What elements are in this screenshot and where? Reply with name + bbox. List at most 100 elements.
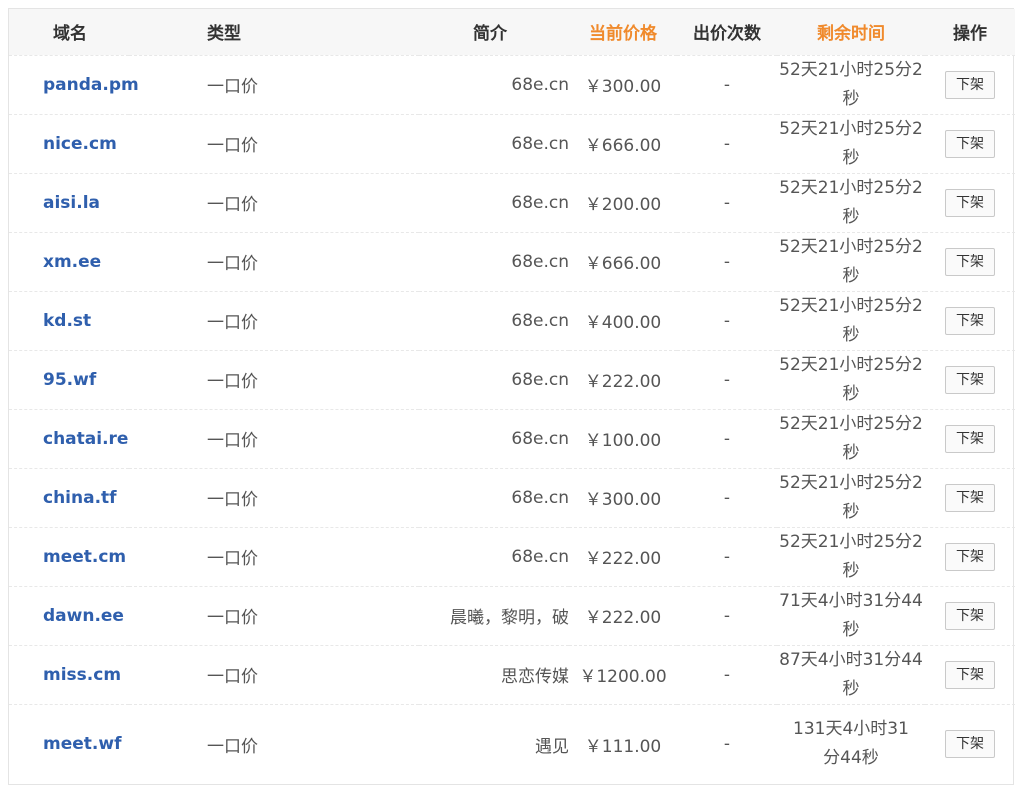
intro-cell: 68e.cn (511, 251, 569, 272)
remaining-time-cell: 52天21小时25分2秒 (779, 59, 923, 109)
intro-cell: 68e.cn (511, 369, 569, 390)
table-row: panda.pm 一口价 68e.cn ￥300.00 - 52天21小时25分… (9, 55, 1015, 114)
domain-listing-table-container: 域名 类型 简介 当前价格 出价次数 剩余时间 操作 panda.pm 一口价 … (8, 8, 1015, 785)
header-type: 类型 (207, 24, 241, 45)
delist-button[interactable]: 下架 (945, 365, 995, 394)
delist-button[interactable]: 下架 (945, 188, 995, 217)
intro-cell: 68e.cn (511, 133, 569, 154)
table-row: aisi.la 一口价 68e.cn ￥200.00 - 52天21小时25分2… (9, 173, 1015, 232)
remaining-time-cell: 52天21小时25分2秒 (779, 413, 923, 463)
intro-cell: 68e.cn (511, 546, 569, 567)
delist-button[interactable]: 下架 (945, 730, 995, 759)
domain-link[interactable]: meet.cm (43, 547, 126, 567)
price-cell: ￥222.00 (584, 608, 662, 628)
bids-cell: - (723, 251, 731, 272)
domain-listing-table: 域名 类型 简介 当前价格 出价次数 剩余时间 操作 panda.pm 一口价 … (9, 9, 1015, 784)
price-cell: ￥400.00 (584, 313, 662, 333)
domain-link[interactable]: meet.wf (43, 734, 121, 754)
bids-cell: - (723, 664, 731, 685)
table-row: nice.cm 一口价 68e.cn ￥666.00 - 52天21小时25分2… (9, 114, 1015, 173)
remaining-time-cell: 52天21小时25分2秒 (779, 354, 923, 404)
bids-cell: - (723, 369, 731, 390)
table-row: meet.cm 一口价 68e.cn ￥222.00 - 52天21小时25分2… (9, 527, 1015, 586)
table-row: miss.cm 一口价 思恋传媒 ￥1200.00 - 87天4小时31分44秒… (9, 645, 1015, 704)
domain-link[interactable]: dawn.ee (43, 606, 124, 626)
remaining-time-cell: 52天21小时25分2秒 (779, 177, 923, 227)
delist-button[interactable]: 下架 (945, 70, 995, 99)
price-cell: ￥100.00 (584, 431, 662, 451)
header-domain: 域名 (53, 24, 87, 45)
table-row: kd.st 一口价 68e.cn ￥400.00 - 52天21小时25分2秒 … (9, 291, 1015, 350)
intro-cell: 遇见 (535, 736, 569, 757)
price-cell: ￥300.00 (584, 77, 662, 97)
type-cell: 一口价 (207, 667, 258, 687)
remaining-time-cell: 52天21小时25分2秒 (779, 472, 923, 522)
bids-cell: - (723, 133, 731, 154)
intro-cell: 68e.cn (511, 192, 569, 213)
header-remain: 剩余时间 (817, 24, 885, 45)
delist-button[interactable]: 下架 (945, 247, 995, 276)
header-bids: 出价次数 (693, 24, 761, 45)
bids-cell: - (723, 428, 731, 449)
price-cell: ￥666.00 (584, 136, 662, 156)
price-cell: ￥222.00 (584, 549, 662, 569)
table-row: meet.wf 一口价 遇见 ￥111.00 - 131天4小时31分44秒 下… (9, 704, 1015, 784)
domain-link[interactable]: aisi.la (43, 193, 100, 213)
domain-link[interactable]: kd.st (43, 311, 91, 331)
price-cell: ￥1200.00 (579, 667, 667, 687)
type-cell: 一口价 (207, 136, 258, 156)
remaining-time-cell: 71天4小时31分44秒 (779, 590, 923, 640)
delist-button[interactable]: 下架 (945, 424, 995, 453)
type-cell: 一口价 (207, 736, 258, 757)
table-row: dawn.ee 一口价 晨曦，黎明，破 ￥222.00 - 71天4小时31分4… (9, 586, 1015, 645)
intro-cell: 68e.cn (511, 74, 569, 95)
type-cell: 一口价 (207, 313, 258, 333)
bids-cell: - (723, 605, 731, 626)
price-cell: ￥300.00 (584, 490, 662, 510)
table-row: xm.ee 一口价 68e.cn ￥666.00 - 52天21小时25分2秒 … (9, 232, 1015, 291)
intro-cell: 68e.cn (511, 487, 569, 508)
type-cell: 一口价 (207, 608, 258, 628)
table-row: china.tf 一口价 68e.cn ￥300.00 - 52天21小时25分… (9, 468, 1015, 527)
price-cell: ￥666.00 (584, 254, 662, 274)
remaining-time-cell: 52天21小时25分2秒 (779, 236, 923, 286)
intro-cell: 68e.cn (511, 428, 569, 449)
type-cell: 一口价 (207, 254, 258, 274)
domain-link[interactable]: xm.ee (43, 252, 101, 272)
header-intro: 简介 (473, 24, 507, 45)
bids-cell: - (723, 546, 731, 567)
bids-cell: - (723, 487, 731, 508)
type-cell: 一口价 (207, 77, 258, 97)
type-cell: 一口价 (207, 490, 258, 510)
delist-button[interactable]: 下架 (945, 129, 995, 158)
intro-cell: 晨曦，黎明，破 (450, 608, 569, 628)
delist-button[interactable]: 下架 (945, 483, 995, 512)
remaining-time-cell: 131天4小时31分44秒 (793, 719, 909, 769)
delist-button[interactable]: 下架 (945, 306, 995, 335)
domain-link[interactable]: china.tf (43, 488, 117, 508)
price-cell: ￥222.00 (584, 372, 662, 392)
remaining-time-cell: 52天21小时25分2秒 (779, 295, 923, 345)
table-header-row: 域名 类型 简介 当前价格 出价次数 剩余时间 操作 (9, 9, 1015, 55)
type-cell: 一口价 (207, 195, 258, 215)
remaining-time-cell: 87天4小时31分44秒 (779, 649, 923, 699)
domain-link[interactable]: nice.cm (43, 134, 117, 154)
domain-link[interactable]: chatai.re (43, 429, 128, 449)
delist-button[interactable]: 下架 (945, 601, 995, 630)
header-price: 当前价格 (589, 24, 657, 45)
type-cell: 一口价 (207, 431, 258, 451)
bids-cell: - (723, 74, 731, 95)
domain-link[interactable]: panda.pm (43, 75, 139, 95)
table-row: chatai.re 一口价 68e.cn ￥100.00 - 52天21小时25… (9, 409, 1015, 468)
delist-button[interactable]: 下架 (945, 542, 995, 571)
domain-link[interactable]: 95.wf (43, 370, 96, 390)
price-cell: ￥200.00 (584, 195, 662, 215)
domain-link[interactable]: miss.cm (43, 665, 121, 685)
delist-button[interactable]: 下架 (945, 660, 995, 689)
intro-cell: 68e.cn (511, 310, 569, 331)
price-cell: ￥111.00 (584, 736, 662, 757)
bids-cell: - (723, 310, 731, 331)
type-cell: 一口价 (207, 372, 258, 392)
table-row: 95.wf 一口价 68e.cn ￥222.00 - 52天21小时25分2秒 … (9, 350, 1015, 409)
remaining-time-cell: 52天21小时25分2秒 (779, 531, 923, 581)
